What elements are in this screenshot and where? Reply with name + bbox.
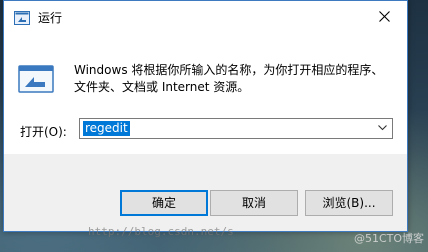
dialog-footer: 确定 取消 浏览(B)...	[4, 154, 407, 231]
run-app-icon	[14, 10, 30, 25]
close-button[interactable]	[363, 1, 407, 32]
open-combobox[interactable]: regedit	[79, 118, 393, 139]
ok-button[interactable]: 确定	[120, 190, 208, 216]
dialog-description: Windows 将根据你所输入的名称，为你打开相应的程序、文件夹、文档或 Int…	[74, 63, 384, 94]
chevron-down-icon[interactable]	[378, 125, 387, 131]
title-bar[interactable]: 运行	[4, 1, 407, 32]
browse-button[interactable]: 浏览(B)...	[305, 190, 393, 216]
watermark-url: http://blog.csdn.net/s	[88, 225, 234, 238]
run-dialog-icon	[18, 65, 54, 95]
close-icon	[379, 11, 390, 22]
open-input-value[interactable]: regedit	[83, 121, 130, 136]
watermark-brand: @51CTO博客	[354, 232, 425, 245]
window-title: 运行	[38, 11, 63, 25]
dialog-body: Windows 将根据你所输入的名称，为你打开相应的程序、文件夹、文档或 Int…	[4, 32, 407, 154]
open-label: 打开(O):	[20, 125, 67, 139]
run-dialog-window: 运行 Windows 将根据你所输入的名称，为你打开相应的程序、文件夹、文档或 …	[3, 0, 408, 232]
cancel-button[interactable]: 取消	[210, 190, 298, 216]
